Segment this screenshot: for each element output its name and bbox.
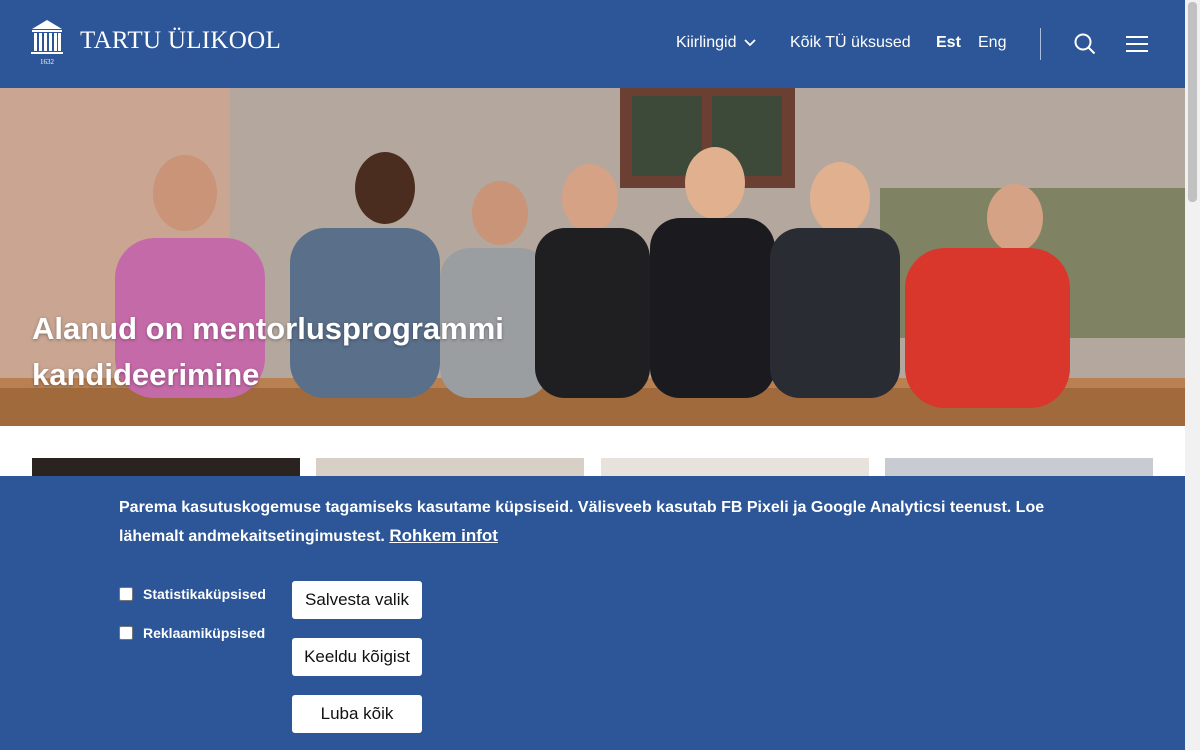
statistics-cookies-label: Statistikaküpsised [143, 586, 266, 602]
statistics-cookies-checkbox[interactable] [119, 587, 133, 601]
cookie-message: Parema kasutuskogemuse tagamiseks kasuta… [119, 494, 1099, 551]
chevron-down-icon [744, 39, 757, 47]
nav-all-units-link[interactable]: Kõik TÜ üksused [790, 34, 911, 52]
news-card-image[interactable] [601, 458, 869, 478]
nav-divider [1040, 28, 1041, 60]
lang-eng-link[interactable]: Eng [978, 34, 1006, 52]
more-info-link[interactable]: Rohkem infot [389, 526, 498, 545]
lang-est-link[interactable]: Est [936, 34, 961, 52]
university-logo[interactable]: 1632 TARTU ÜLIKOOL [30, 18, 281, 68]
news-cards-strip [0, 458, 1185, 478]
accept-all-button[interactable]: Luba kõik [292, 695, 422, 733]
page-scrollbar[interactable] [1185, 0, 1200, 750]
news-card-image[interactable] [885, 458, 1153, 478]
marketing-cookies-option[interactable]: Reklaamiküpsised [119, 625, 265, 641]
nav-quicklinks-label: Kiirlingid [676, 34, 737, 51]
save-selection-button[interactable]: Salvesta valik [292, 581, 422, 619]
columns-building-icon: 1632 [30, 18, 64, 68]
search-icon[interactable] [1074, 33, 1096, 60]
news-card-image[interactable] [316, 458, 584, 478]
hero-title[interactable]: Alanud on mentorlusprogrammi kandideerim… [32, 306, 592, 398]
reject-all-button[interactable]: Keeldu kõigist [292, 638, 422, 676]
news-card-image[interactable] [32, 458, 300, 478]
logo-year: 1632 [40, 58, 54, 66]
hero-banner[interactable]: Alanud on mentorlusprogrammi kandideerim… [0, 88, 1185, 426]
logo-wordmark: TARTU ÜLIKOOL [80, 27, 282, 54]
site-header: 1632 TARTU ÜLIKOOL Kiirlingid Kõik TÜ ük… [0, 0, 1185, 88]
cookie-message-text: Parema kasutuskogemuse tagamiseks kasuta… [119, 499, 1045, 545]
nav-quicklinks-dropdown[interactable]: Kiirlingid [676, 34, 757, 52]
hamburger-menu-icon[interactable] [1126, 35, 1148, 58]
scrollbar-thumb[interactable] [1188, 2, 1197, 202]
statistics-cookies-option[interactable]: Statistikaküpsised [119, 586, 266, 602]
marketing-cookies-label: Reklaamiküpsised [143, 625, 266, 641]
cookie-consent-banner: Parema kasutuskogemuse tagamiseks kasuta… [0, 476, 1185, 750]
marketing-cookies-checkbox[interactable] [119, 626, 133, 640]
